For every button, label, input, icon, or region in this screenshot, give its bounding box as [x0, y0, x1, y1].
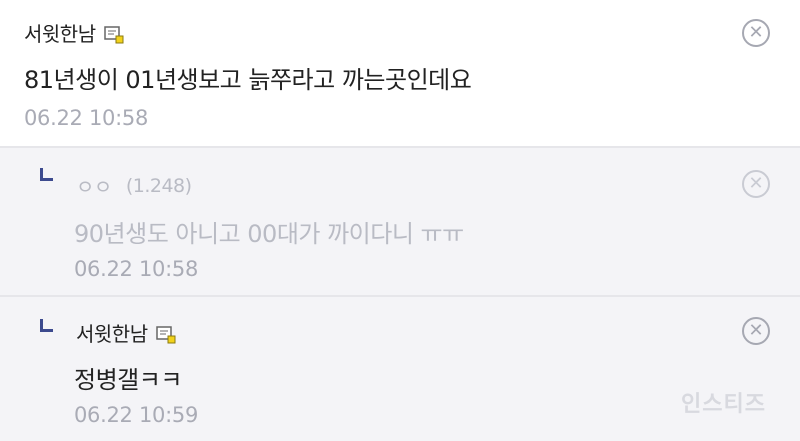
comment-date: 06.22 10:58 [74, 257, 199, 281]
author-ip: (1.248) [125, 174, 192, 197]
author-name: 서윗한남 [76, 322, 148, 346]
author-name: ㅇㅇ [76, 175, 112, 199]
comment-text: 90년생도 아니고 00대가 까이다니 ㅠㅠ [74, 220, 464, 248]
comment-text: 81년생이 01년생보고 늙쭈라고 까는곳인데요 [24, 66, 472, 94]
fixed-nick-badge-icon [155, 325, 176, 343]
reply-arrow-icon [40, 319, 53, 332]
reply-item: 서윗한남 정병갤ㅋㅋ 06.22 10:59 ✕ [0, 297, 800, 441]
close-icon[interactable]: ✕ [742, 19, 770, 47]
comment-date: 06.22 10:58 [24, 106, 149, 130]
comment-author[interactable]: ㅇㅇ (1.248) [76, 171, 192, 200]
comment-text: 정병갤ㅋㅋ [74, 366, 182, 394]
author-name: 서윗한남 [24, 22, 96, 46]
reply-item: ㅇㅇ (1.248) 90년생도 아니고 00대가 까이다니 ㅠㅠ 06.22 … [0, 148, 800, 297]
close-icon[interactable]: ✕ [742, 317, 770, 345]
comment-author[interactable]: 서윗한남 [24, 18, 124, 47]
reply-arrow-icon [40, 168, 53, 181]
watermark: 인스티즈 [681, 392, 766, 417]
comment-date: 06.22 10:59 [74, 403, 199, 427]
close-icon[interactable]: ✕ [742, 170, 770, 198]
comment-item: 서윗한남 81년생이 01년생보고 늙쭈라고 까는곳인데요 06.22 10:5… [0, 0, 800, 148]
comment-author[interactable]: 서윗한남 [76, 318, 176, 347]
fixed-nick-badge-icon [103, 25, 124, 43]
